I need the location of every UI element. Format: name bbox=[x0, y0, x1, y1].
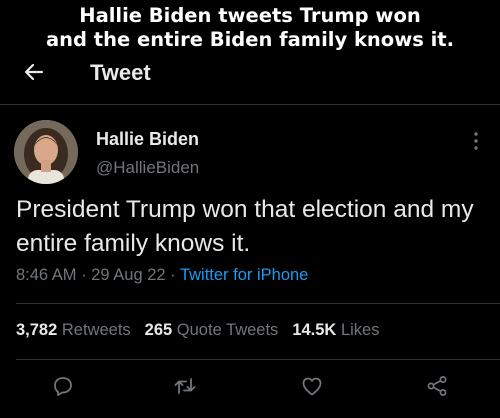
caption-line-1: Hallie Biden tweets Trump won bbox=[79, 4, 421, 27]
avatar[interactable] bbox=[14, 120, 78, 184]
quote-tweets-label: Quote Tweets bbox=[176, 321, 279, 339]
divider bbox=[16, 303, 500, 304]
tweet-source-link[interactable]: Twitter for iPhone bbox=[180, 266, 308, 284]
divider bbox=[16, 359, 500, 360]
tweet-header: Tweet bbox=[0, 58, 500, 92]
tweet-text: President Trump won that election and my… bbox=[16, 196, 474, 257]
arrow-left-icon[interactable] bbox=[22, 60, 46, 84]
meta-separator: · bbox=[81, 266, 87, 284]
meme-caption: Hallie Biden tweets Trump won and the en… bbox=[0, 4, 500, 52]
divider bbox=[0, 104, 500, 105]
tweet-time[interactable]: 8:46 AM bbox=[16, 266, 77, 284]
retweets-label: Retweets bbox=[61, 321, 131, 339]
user-handle[interactable]: @HallieBiden bbox=[96, 158, 199, 178]
likes-label: Likes bbox=[340, 321, 380, 339]
tweet-date[interactable]: 29 Aug 22 bbox=[91, 266, 165, 284]
likes-stat[interactable]: 14.5K Likes bbox=[292, 321, 379, 339]
meta-separator: · bbox=[170, 266, 176, 284]
tweet-meta: 8:46 AM · 29 Aug 22 · Twitter for iPhone bbox=[16, 266, 308, 285]
more-options-icon[interactable] bbox=[470, 130, 482, 152]
tweet-stats: 3,782 Retweets 265 Quote Tweets 14.5K Like… bbox=[16, 321, 379, 340]
display-name[interactable]: Hallie Biden bbox=[96, 129, 199, 150]
retweets-count: 3,782 bbox=[16, 321, 58, 339]
caption-line-2: and the entire Biden family knows it. bbox=[45, 28, 455, 51]
share-icon[interactable] bbox=[425, 374, 449, 398]
page-title: Tweet bbox=[90, 60, 151, 85]
retweets-stat[interactable]: 3,782 Retweets bbox=[16, 321, 131, 339]
quote-tweets-stat[interactable]: 265 Quote Tweets bbox=[145, 321, 279, 339]
retweet-icon[interactable] bbox=[173, 374, 197, 398]
like-icon[interactable] bbox=[300, 374, 324, 398]
likes-count: 14.5K bbox=[292, 321, 337, 339]
quote-tweets-count: 265 bbox=[144, 321, 173, 339]
reply-icon[interactable] bbox=[51, 374, 75, 398]
screenshot-frame: Hallie Biden tweets Trump won and the en… bbox=[0, 0, 500, 418]
